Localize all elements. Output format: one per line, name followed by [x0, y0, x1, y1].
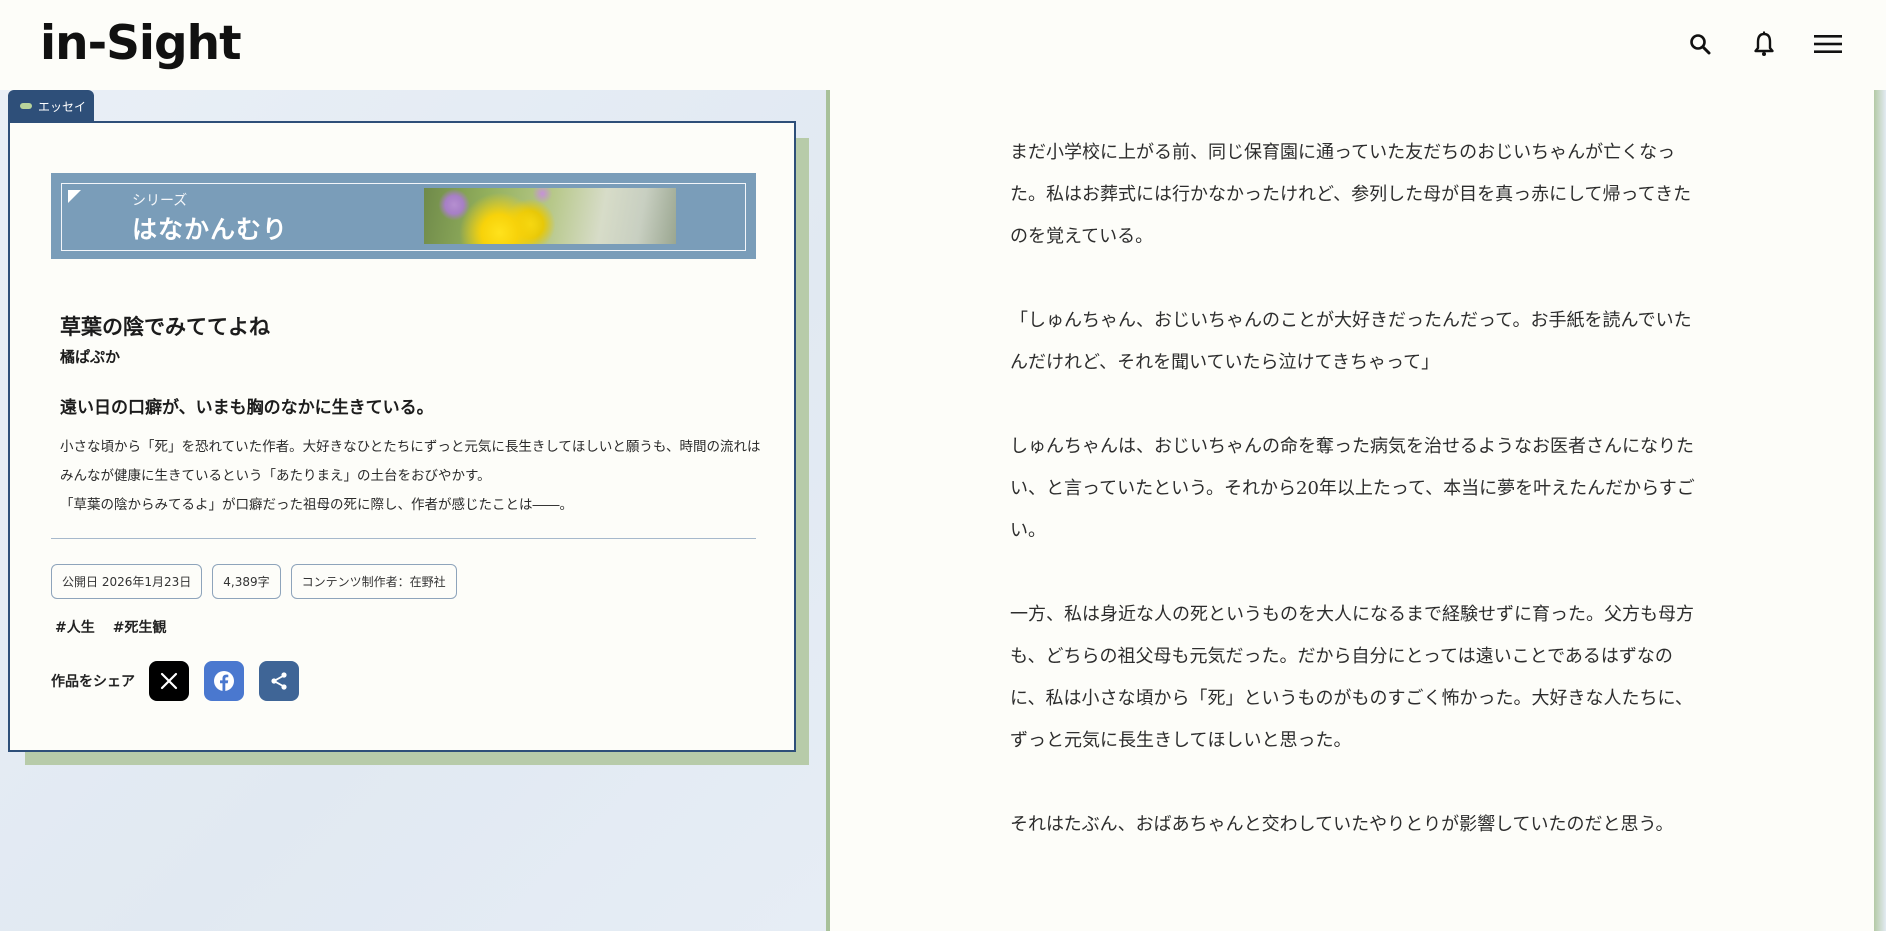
work-title: 草葉の陰でみててよね — [60, 315, 270, 339]
search-icon[interactable] — [1683, 27, 1717, 61]
share-label: 作品をシェア — [51, 674, 135, 690]
corner-triangle-icon — [68, 190, 81, 203]
article-paragraph: しゅんちゃんは、おじいちゃんの命を奪った病気を治せるようなお医者さんになりたい、… — [1010, 436, 1695, 541]
work-description: 小さな頃から「死」を恐れていた作者。大好きなひとたちにずっと元気に長生きしてほし… — [60, 433, 768, 520]
site-header: in-Sight — [0, 0, 1886, 90]
panel-divider — [826, 90, 830, 931]
author-name[interactable]: 橘ぱぷか — [60, 346, 120, 367]
bell-icon[interactable] — [1747, 27, 1781, 61]
series-title: はなかんむり — [132, 215, 289, 244]
site-logo[interactable]: in-Sight — [40, 14, 242, 74]
published-date-chip: 公開日 2026年1月23日 — [51, 564, 203, 599]
article-body: まだ小学校に上がる前、同じ保育園に通っていた友だちのおじいちゃんが亡くなった。私… — [1010, 132, 1700, 888]
menu-icon[interactable] — [1811, 27, 1845, 61]
divider — [51, 538, 756, 539]
char-count-chip: 4,389字 — [212, 564, 281, 599]
article-paragraph: 「しゅんちゃん、おじいちゃんのことが大好きだったんだって。お手紙を読んでいたんだ… — [1010, 310, 1692, 373]
category-tag-label: エッセイ — [38, 99, 87, 114]
share-link-button[interactable] — [259, 661, 299, 701]
share-row: 作品をシェア — [51, 661, 314, 701]
description-line: 小さな頃から「死」を恐れていた作者。大好きなひとたちにずっと元気に長生きしてほし… — [60, 439, 761, 484]
x-share-button[interactable] — [149, 661, 189, 701]
facebook-icon — [214, 671, 234, 691]
article-paragraph: それはたぶん、おばあちゃんと交わしていたやりとりが影響していたのだと思う。 — [1010, 814, 1674, 835]
tag-dot-icon — [20, 103, 32, 109]
article-paragraph: まだ小学校に上がる前、同じ保育園に通っていた友だちのおじいちゃんが亡くなった。私… — [1010, 142, 1692, 247]
category-tag: エッセイ — [8, 90, 94, 122]
hashtag-list: #人生 #死生観 — [55, 617, 166, 637]
article-paragraph: 一方、私は身近な人の死というものを大人になるまで経験せずに育った。父方も母方も、… — [1010, 604, 1694, 751]
hashtag-link[interactable]: #人生 — [55, 617, 95, 637]
hashtag-link[interactable]: #死生観 — [113, 617, 167, 637]
series-banner-frame: シリーズ はなかんむり — [61, 183, 746, 251]
work-card: シリーズ はなかんむり 草葉の陰でみててよね 橘ぱぷか 遠い日の口癖が、いまも胸… — [8, 121, 796, 752]
series-label: シリーズ — [132, 193, 188, 209]
description-line: 「草葉の陰からみてるよ」が口癖だった祖母の死に際し、作者が感じたことは――。 — [60, 497, 573, 513]
series-banner[interactable]: シリーズ はなかんむり — [51, 173, 756, 259]
meta-chips: 公開日 2026年1月23日 4,389字 コンテンツ制作者：在野社 — [51, 564, 457, 599]
producer-chip: コンテンツ制作者：在野社 — [290, 564, 457, 599]
facebook-share-button[interactable] — [204, 661, 244, 701]
series-photo — [424, 188, 676, 244]
share-icon — [271, 672, 287, 690]
x-icon — [160, 672, 178, 690]
scroll-edge — [1874, 90, 1886, 931]
catch-copy: 遠い日の口癖が、いまも胸のなかに生きている。 — [60, 398, 434, 418]
